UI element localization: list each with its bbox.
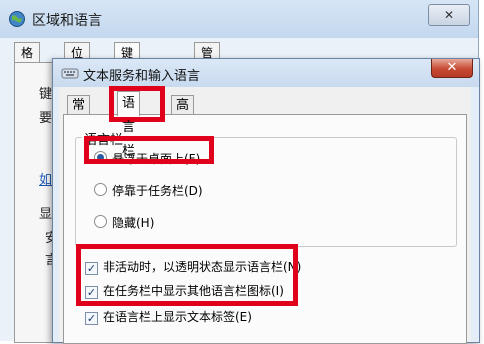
radio-docked-in-taskbar[interactable]: 停靠于任务栏(D) (94, 182, 203, 199)
partial-link[interactable]: 如 (39, 169, 52, 188)
tab-general[interactable]: 常规 (67, 95, 91, 133)
partial-text: 要 (39, 111, 53, 126)
window-title: 区域和语言 (32, 13, 102, 29)
checkbox-label: 在语言栏上显示文本标签(E) (103, 310, 252, 324)
globe-icon (9, 11, 25, 27)
tab-advanced-key-settings[interactable]: 高级键设置 (171, 95, 195, 193)
partial-text: 键 (39, 87, 53, 102)
region-language-titlebar: 区域和语言 ✕ (0, 0, 478, 38)
dialog-title: 文本服务和输入语言 (83, 69, 201, 84)
highlight-float-option (84, 136, 214, 164)
radio-unselected-icon (94, 183, 107, 196)
close-button[interactable]: ✕ (428, 4, 470, 26)
partial-text: 显 (39, 207, 53, 222)
checkbox-show-text-labels[interactable]: ✓ 在语言栏上显示文本标签(E) (85, 308, 252, 325)
tab-language-bar[interactable]: 语言栏 (117, 91, 141, 159)
checkbox-checked-icon: ✓ (85, 312, 98, 325)
radio-unselected-icon (94, 215, 107, 228)
radio-label: 隐藏(H) (112, 216, 155, 230)
radio-hidden[interactable]: 隐藏(H) (94, 214, 154, 231)
keyboard-icon (61, 68, 79, 79)
dialog-titlebar: 文本服务和输入语言 ✕ (53, 59, 479, 87)
highlight-taskbar-options (76, 244, 298, 306)
radio-label: 停靠于任务栏(D) (112, 184, 203, 198)
tab-formats[interactable]: 格式 (14, 42, 41, 80)
dialog-close-button[interactable]: ✕ (431, 59, 473, 78)
